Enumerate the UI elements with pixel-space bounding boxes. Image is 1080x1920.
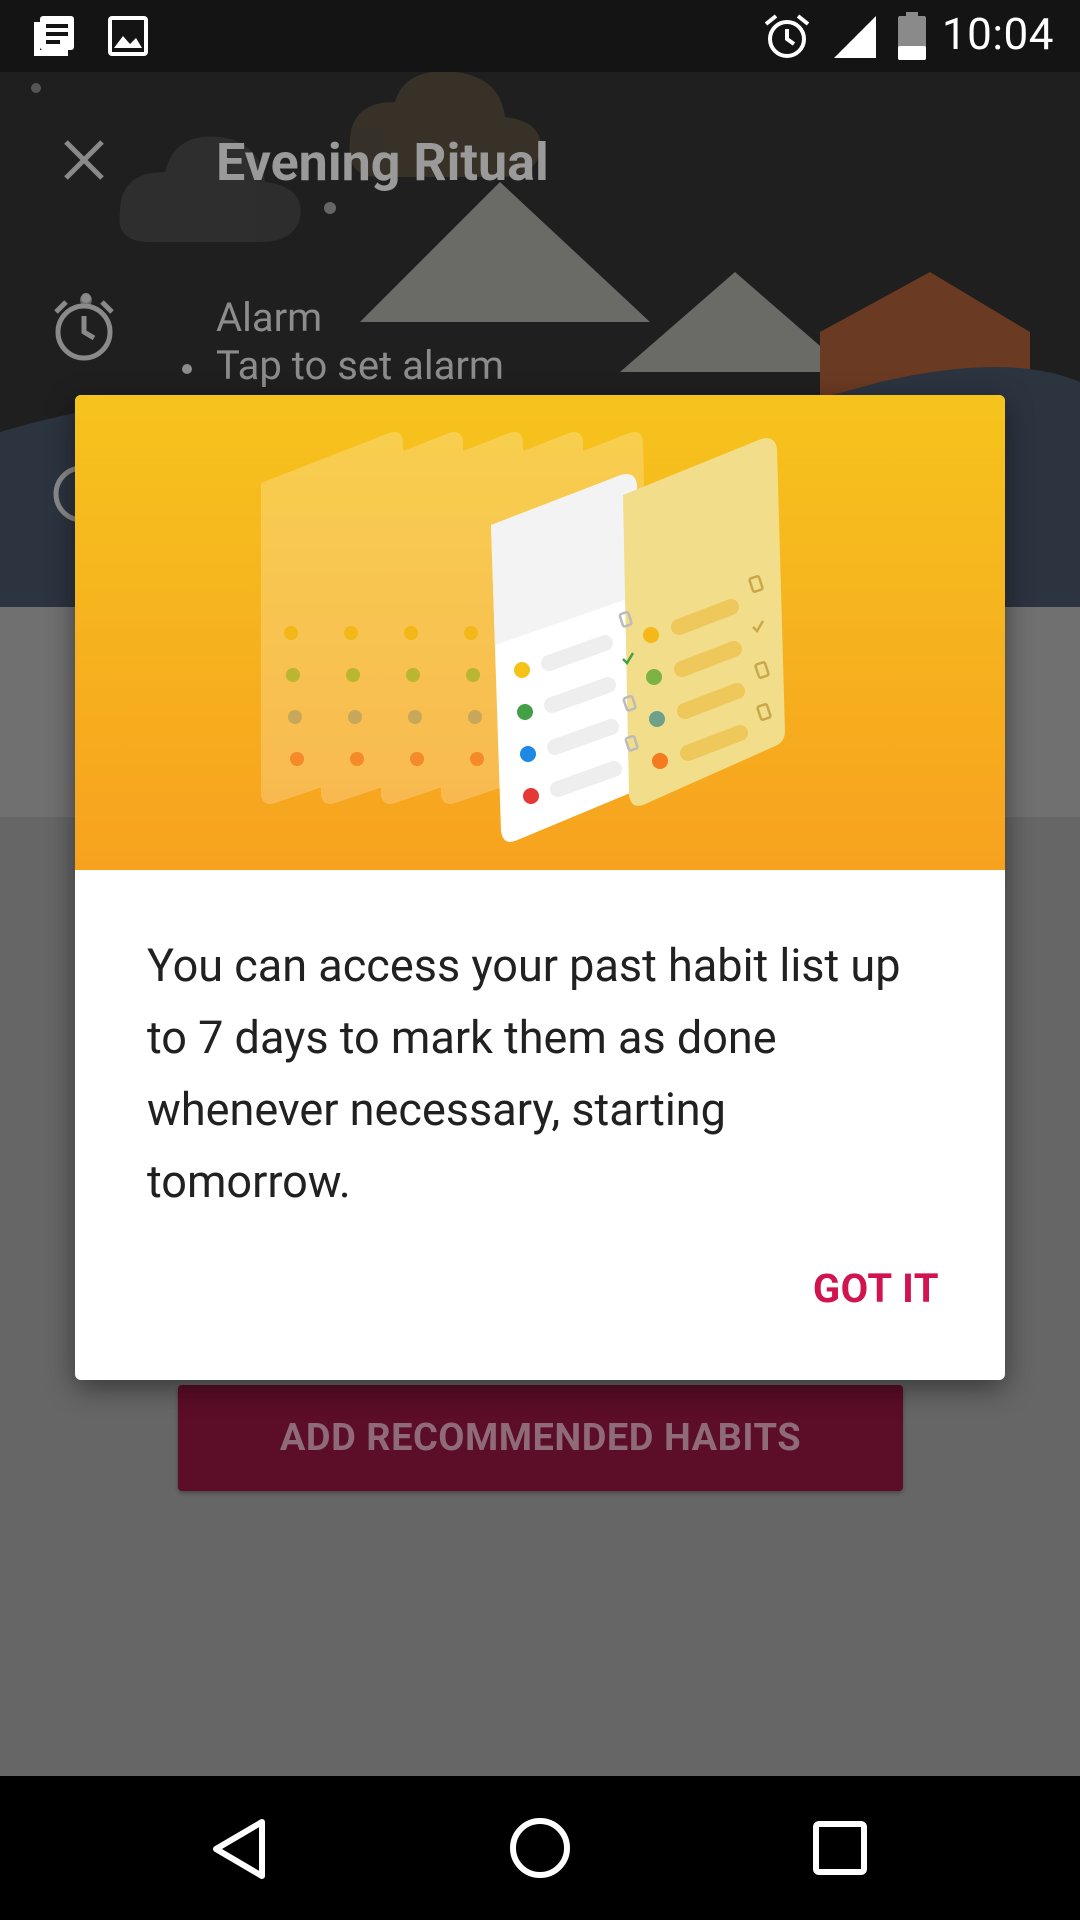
battery-icon bbox=[898, 12, 926, 60]
recents-icon[interactable] bbox=[812, 1820, 868, 1876]
alarm-icon bbox=[764, 14, 810, 58]
dialog-message: You can access your past habit list up t… bbox=[147, 939, 901, 1208]
add-recommended-habits-button[interactable]: ADD RECOMMENDED HABITS bbox=[178, 1385, 903, 1491]
status-time: 10:04 bbox=[941, 8, 1054, 60]
notes-icon bbox=[34, 16, 74, 56]
alarm-hint[interactable]: Tap to set alarm bbox=[216, 342, 504, 389]
alarm-clock-icon[interactable] bbox=[50, 292, 118, 364]
home-icon[interactable] bbox=[508, 1816, 572, 1880]
alarm-label[interactable]: Alarm bbox=[216, 294, 322, 341]
back-icon[interactable] bbox=[210, 1818, 270, 1880]
info-dialog: You can access your past habit list up t… bbox=[75, 395, 1005, 1380]
signal-icon bbox=[834, 16, 876, 58]
close-icon[interactable] bbox=[60, 136, 108, 184]
got-it-button[interactable]: GOT IT bbox=[813, 1265, 939, 1312]
habit-cards-illustration bbox=[261, 432, 785, 842]
image-icon bbox=[108, 16, 148, 56]
dialog-illustration bbox=[75, 395, 1005, 870]
navigation-bar bbox=[0, 1776, 1080, 1920]
status-bar: 10:04 bbox=[0, 0, 1080, 72]
bullet-dot bbox=[182, 364, 192, 374]
routine-title: Evening Ritual bbox=[216, 132, 549, 193]
